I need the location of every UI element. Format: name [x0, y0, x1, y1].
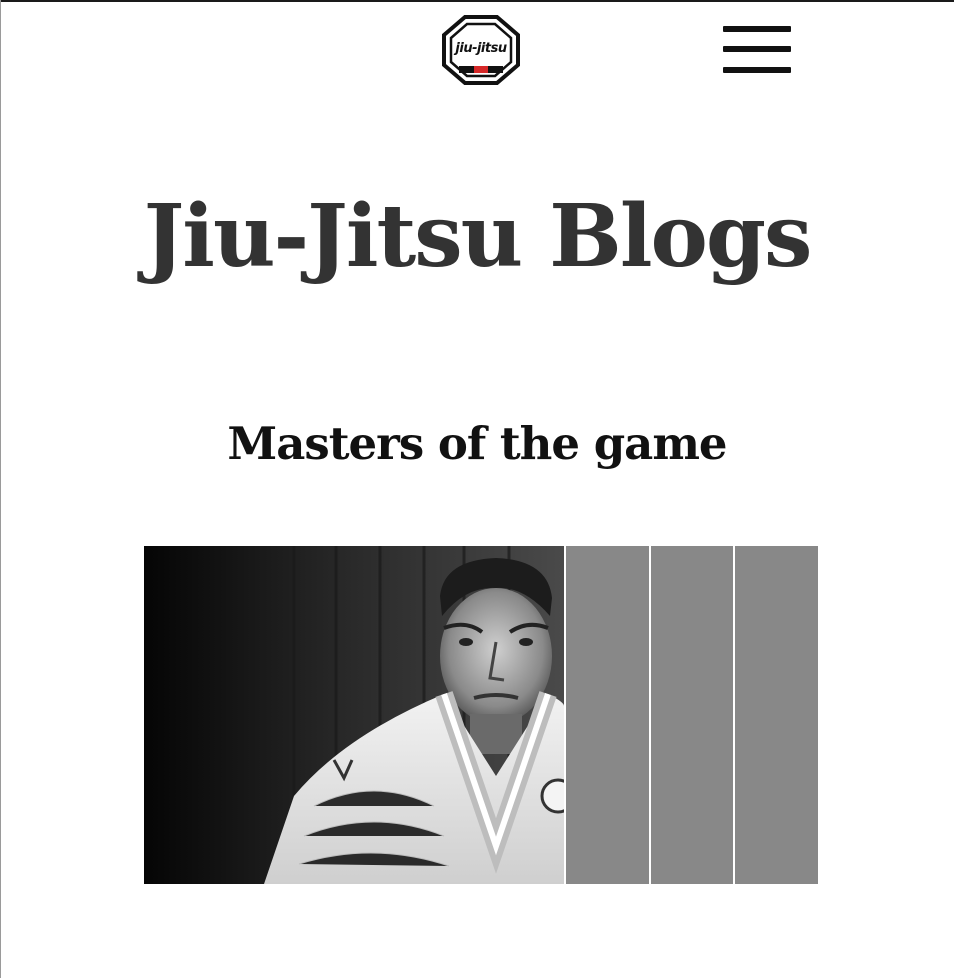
logo-wordmark: jiu-jitsu	[455, 41, 507, 56]
gallery-panel-placeholder[interactable]	[651, 546, 733, 884]
site-logo[interactable]: jiu-jitsu	[441, 15, 521, 85]
masters-gallery	[144, 546, 818, 884]
window-top-border	[0, 0, 954, 2]
window-left-border	[0, 0, 1, 978]
page-title: Jiu-Jitsu Blogs	[143, 186, 813, 287]
menu-bar-middle	[723, 46, 791, 52]
portrait-photo-icon	[144, 546, 564, 884]
hamburger-menu-button[interactable]	[722, 26, 792, 76]
section-title: Masters of the game	[227, 417, 727, 470]
gallery-panel-placeholder[interactable]	[735, 546, 818, 884]
menu-bar-bottom	[723, 67, 791, 73]
gallery-panel-photo[interactable]	[144, 546, 564, 884]
menu-bar-top	[723, 26, 791, 32]
gallery-panel-placeholder[interactable]	[566, 546, 649, 884]
